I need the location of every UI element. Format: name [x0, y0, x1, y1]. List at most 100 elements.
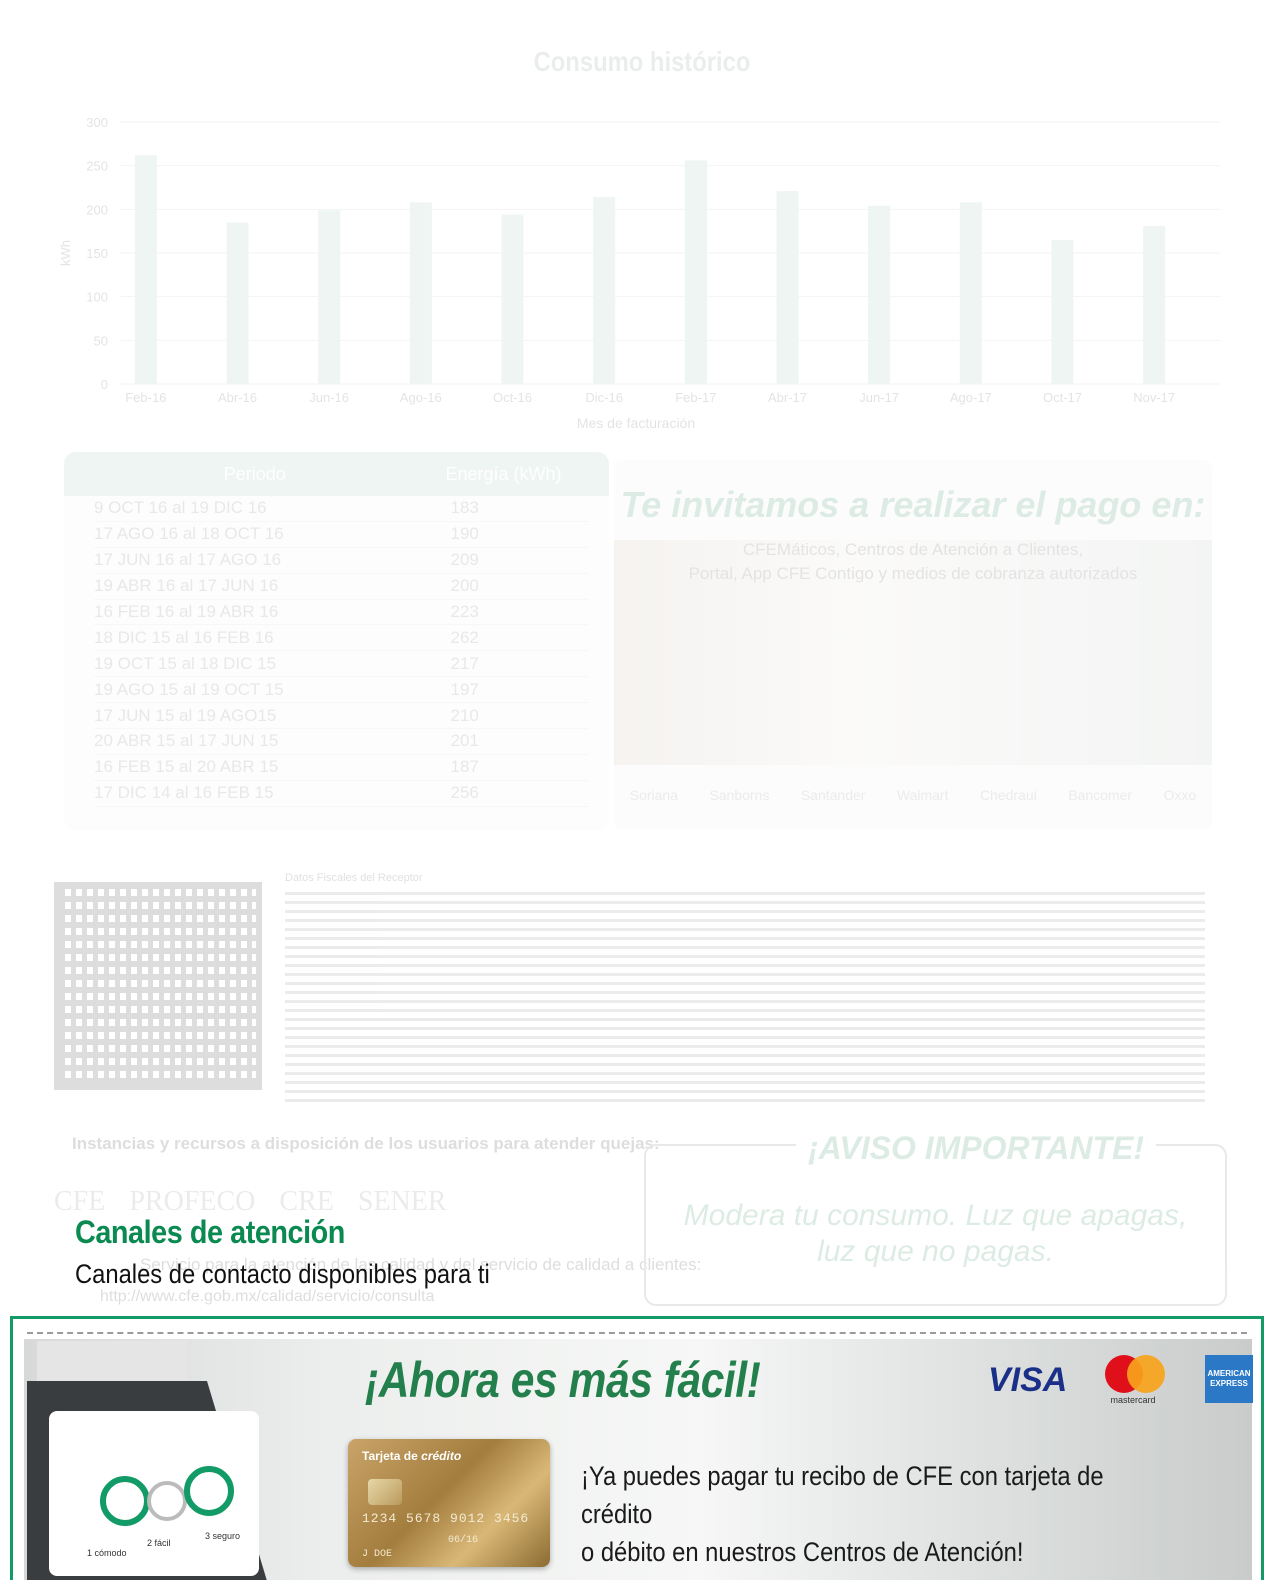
instancias-title: Instancias y recursos a disposición de l…: [72, 1134, 660, 1153]
x-tick-label: Dic-16: [585, 390, 623, 405]
logo-4: Chedraui: [979, 787, 1037, 803]
period-cell: 17 JUN 16 al 17 AGO 16: [94, 550, 282, 570]
energy-cell: 187: [450, 757, 479, 777]
promo-banner[interactable]: 1 cómodo 2 fácil 3 seguro ¡Ahora es más …: [10, 1316, 1264, 1580]
y-tick-label: 300: [86, 115, 108, 130]
mastercard-logo: mastercard: [1101, 1355, 1165, 1407]
logo-3: Walmart: [896, 787, 949, 803]
faded-bill-background: Consumo histórico 0 50 100 150 200 250 300 Feb-…: [0, 0, 1284, 1320]
invite-line-2: Portal, App CFE Contigo y medios de cobr…: [688, 564, 1138, 583]
period-cell: 9 OCT 16 al 19 DIC 16: [94, 498, 267, 518]
energy-cell: 197: [450, 679, 479, 699]
period-cell: 19 OCT 15 al 18 DIC 15: [94, 653, 277, 673]
promo-text-line-2: o débito en nuestros Centros de Atención…: [581, 1537, 1024, 1567]
terminal-step-1: 1 cómodo: [87, 1548, 127, 1558]
logo-3: SENER: [357, 1186, 447, 1217]
logo-2: Santander: [800, 787, 866, 803]
period-cell: 17 JUN 15 al 19 AGO15: [94, 705, 277, 725]
servicio-link[interactable]: http://www.cfe.gob.mx/calidad/servicio/c…: [100, 1288, 434, 1306]
chart-bar: [959, 202, 982, 384]
table-row: 16 FEB 16 al 19 ABR 16 223: [94, 600, 589, 626]
period-cell: 17 DIC 14 al 16 FEB 15: [94, 783, 274, 803]
energy-cell: 210: [450, 705, 479, 725]
promo-text: ¡Ya puedes pagar tu recibo de CFE con ta…: [581, 1457, 1179, 1571]
period-cell: 20 ABR 15 al 17 JUN 15: [94, 731, 279, 751]
chart-bar: [776, 190, 799, 384]
card-label-emph: crédito: [421, 1449, 462, 1463]
terminal-step-2: 2 fácil: [147, 1538, 171, 1548]
fiscal-fine-print: [285, 892, 1205, 1107]
period-cell: 16 FEB 16 al 19 ABR 16: [94, 602, 279, 621]
chart-bar: [134, 155, 157, 384]
table-row: 17 JUN 16 al 17 AGO 16 209: [94, 548, 589, 574]
y-tick-label: 50: [94, 333, 108, 348]
y-axis-label: kWh: [58, 240, 73, 266]
x-axis-label: Mes de facturación: [577, 415, 695, 431]
credit-card-image: Tarjeta de crédito 1234 5678 9012 3456 0…: [348, 1439, 550, 1567]
period-cell: 19 AGO 15 al 19 OCT 15: [94, 679, 284, 699]
x-tick-label: Ago-16: [400, 390, 442, 405]
table-row: 19 ABR 16 al 17 JUN 16 200: [94, 574, 589, 600]
aviso-line-1: Modera tu consumo. Luz que apagas,: [683, 1199, 1188, 1232]
invite-line-1: CFEMáticos, Centros de Atención a Client…: [742, 540, 1084, 559]
fiscal-label: Datos Fiscales del Receptor: [285, 872, 423, 884]
period-cell: 18 DIC 15 al 16 FEB 16: [94, 627, 274, 647]
energy-cell: 209: [450, 550, 479, 570]
x-tick-label: Oct-17: [1043, 390, 1082, 405]
chart-title: Consumo histórico: [533, 46, 751, 77]
payment-partner-logos: Soriana Sanborns Santander Walmart Chedraui B…: [614, 770, 1212, 820]
aviso-title: ¡AVISO IMPORTANTE!: [796, 1130, 1156, 1167]
payment-invite-panel: Te invitamos a realizar el pago en: CFEM…: [614, 460, 1212, 830]
header-period: Periodo: [223, 463, 286, 484]
x-tick-label: Ago-17: [950, 390, 992, 405]
consumption-history-chart: 0 50 100 150 200 250 300 Feb-16 Abr-16 Jun-16 Ago-…: [58, 115, 1220, 431]
promo-text-line-1: ¡Ya puedes pagar tu recibo de CFE con ta…: [581, 1461, 1104, 1529]
energy-cell: 200: [450, 576, 479, 596]
energy-cell: 201: [450, 731, 479, 751]
history-table-body: 9 OCT 16 al 19 DIC 16 183 17 AGO 16 al 18 …: [64, 496, 609, 807]
x-tick-label: Oct-16: [493, 390, 532, 405]
chart-bar: [868, 205, 891, 384]
x-tick-label: Feb-17: [675, 390, 716, 405]
x-tick-label: Nov-17: [1133, 390, 1175, 405]
terminal-step-3: 3 seguro: [205, 1531, 240, 1541]
logo-0: Soriana: [629, 787, 678, 803]
amex-logo: AMERICAN EXPRESS: [1205, 1355, 1253, 1403]
promo-title: ¡Ahora es más fácil!: [365, 1352, 761, 1408]
energy-cell: 183: [450, 498, 479, 518]
x-tick-label: Abr-16: [218, 390, 257, 405]
x-tick-label: Abr-17: [768, 390, 807, 405]
logo-5: Bancomer: [1068, 787, 1133, 803]
energy-cell: 217: [450, 653, 479, 673]
table-row: 19 OCT 15 al 18 DIC 15 217: [94, 651, 589, 678]
logo-6: Oxxo: [1163, 787, 1197, 803]
y-tick-label: 0: [101, 377, 108, 392]
table-row: 9 OCT 16 al 19 DIC 16 183: [94, 496, 589, 522]
y-tick-label: 250: [86, 159, 108, 174]
chart-bar: [501, 214, 524, 384]
card-chip-icon: [368, 1479, 402, 1505]
table-row: 18 DIC 15 al 16 FEB 16 262: [94, 625, 589, 652]
y-tick-label: 150: [86, 246, 108, 261]
history-table-header: Periodo Energía (kWh): [64, 452, 609, 496]
chart-bar: [593, 197, 616, 384]
table-row: 17 DIC 14 al 16 FEB 15 256: [94, 781, 589, 807]
y-tick-label: 200: [86, 202, 108, 217]
table-row: 19 AGO 15 al 19 OCT 15 197: [94, 677, 589, 704]
energy-cell: 256: [450, 783, 479, 803]
chart-bar: [318, 210, 341, 384]
invite-subtitle: CFEMáticos, Centros de Atención a Client…: [614, 538, 1212, 586]
invite-title: Te invitamos a realizar el pago en:: [620, 484, 1206, 525]
x-tick-label: Jun-16: [309, 390, 349, 405]
table-row: 17 AGO 16 al 18 OCT 16 190: [94, 522, 589, 548]
y-tick-label: 100: [86, 290, 108, 305]
chart-bar: [1143, 225, 1166, 384]
visa-logo: VISA: [988, 1361, 1068, 1399]
payment-terminal-icon: 1 cómodo 2 fácil 3 seguro: [27, 1341, 267, 1580]
period-cell: 16 FEB 15 al 20 ABR 15: [94, 757, 279, 777]
aviso-text: Modera tu consumo. Luz que apagas, luz q…: [646, 1198, 1225, 1270]
card-number: 1234 5678 9012 3456: [362, 1511, 530, 1526]
energy-cell: 223: [450, 602, 479, 621]
x-tick-label: Feb-16: [125, 390, 166, 405]
canales-subtitle: Canales de contacto disponibles para ti: [75, 1259, 490, 1289]
